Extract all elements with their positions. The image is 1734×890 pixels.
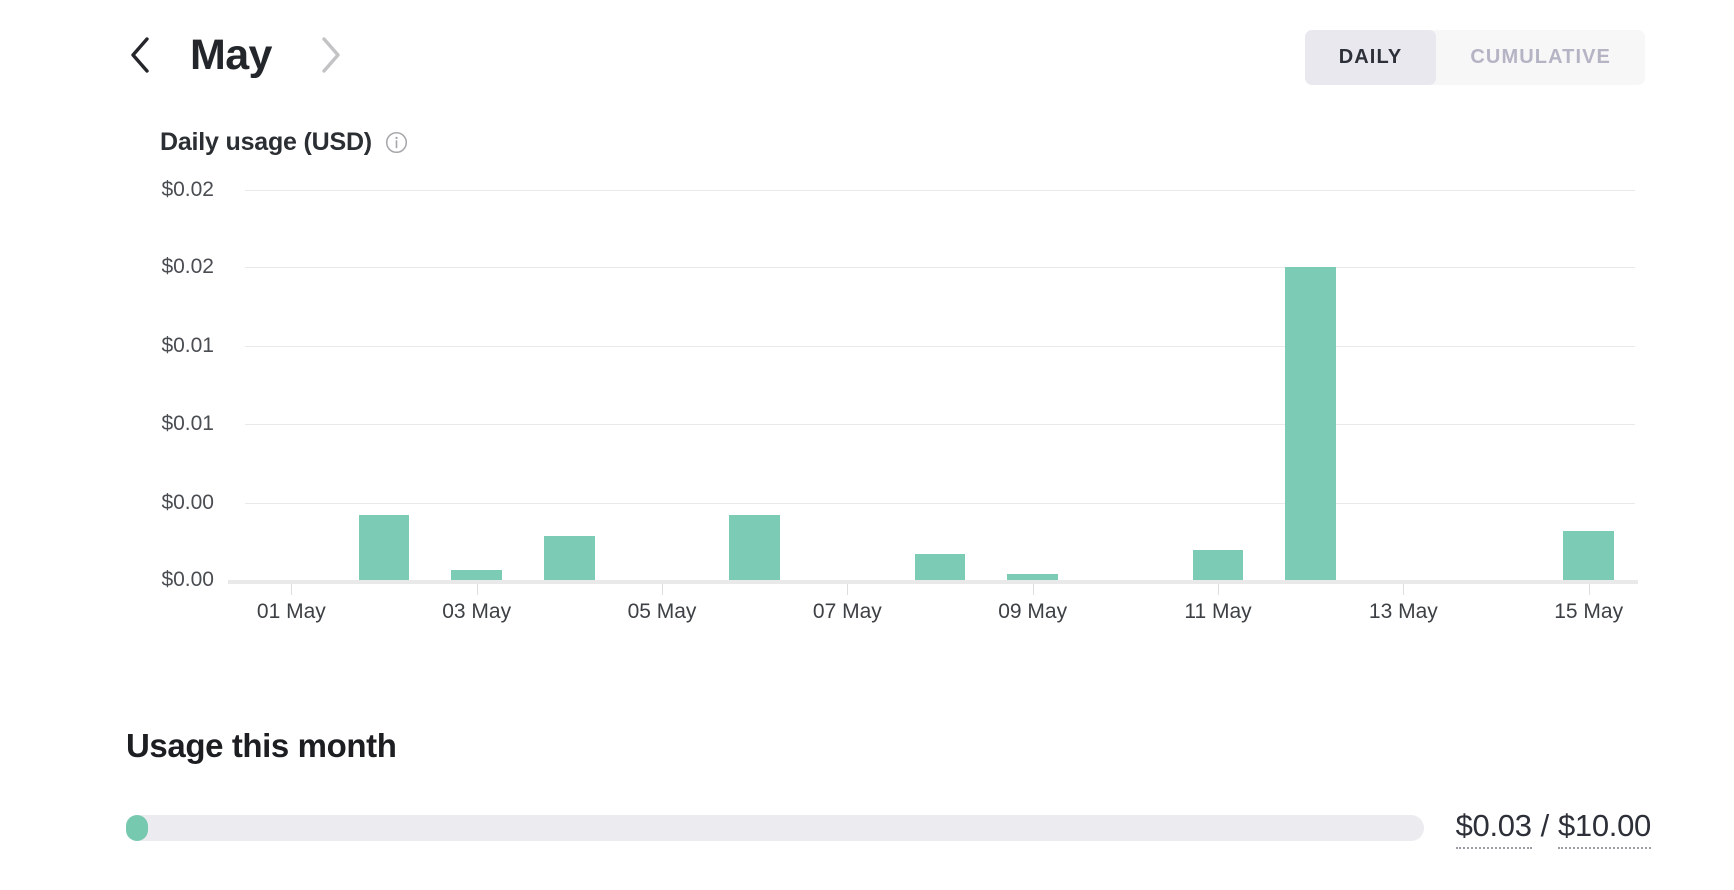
x-axis-tick-label: 05 May (627, 600, 697, 623)
x-axis-tick-label: 15 May (1554, 600, 1624, 623)
x-axis-tick-label: 09 May (998, 600, 1068, 623)
chart-gridline (245, 267, 1635, 269)
x-axis-tick (291, 584, 293, 595)
chart-bar[interactable] (1563, 530, 1615, 580)
usage-current-value[interactable]: $0.03 (1455, 808, 1532, 849)
chart-gridline (245, 502, 1635, 504)
y-axis-tick-label: $0.02 (161, 178, 214, 201)
chart-bar[interactable] (358, 514, 410, 580)
tab-cumulative[interactable]: CUMULATIVE (1436, 30, 1645, 85)
view-mode-toggle: DAILY CUMULATIVE (1304, 30, 1645, 85)
tab-daily[interactable]: DAILY (1304, 30, 1437, 85)
x-axis-tick (847, 584, 849, 595)
x-axis-tick (1032, 584, 1034, 595)
usage-progress-bar[interactable] (126, 815, 1424, 841)
chart-bar[interactable] (543, 536, 595, 580)
x-axis-tick-label: 01 May (256, 600, 326, 623)
x-axis-tick-label: 13 May (1368, 600, 1438, 623)
usage-separator: / (1540, 807, 1550, 843)
month-navigator: May (118, 18, 352, 92)
page-header: May DAILY CUMULATIVE (0, 0, 1734, 110)
usage-section-heading: Usage this month (126, 727, 397, 764)
chart-title-row: Daily usage (USD) (160, 128, 408, 157)
chart-bar[interactable] (729, 514, 781, 580)
y-axis-labels: $0.02 $0.02 $0.01 $0.01 $0.00 $0.00 (0, 178, 228, 591)
chart-gridline (245, 346, 1635, 348)
daily-usage-bar-chart: $0.02 $0.02 $0.01 $0.01 $0.00 $0.00 01 May 03 … (0, 178, 1734, 623)
info-circle-icon[interactable] (385, 131, 408, 154)
chart-bar[interactable] (914, 554, 966, 580)
chevron-right-icon[interactable] (308, 24, 352, 86)
usage-progress-fill (126, 815, 149, 841)
y-axis-tick-label: $0.01 (161, 334, 214, 358)
y-axis-tick-label: $0.01 (161, 411, 214, 435)
month-label: May (190, 30, 272, 79)
chart-bar[interactable] (1007, 574, 1059, 580)
x-axis-tick-label: 03 May (442, 600, 512, 623)
y-axis-tick-label: $0.02 (161, 255, 214, 279)
usage-limit-value[interactable]: $10.00 (1557, 808, 1651, 849)
chart-plot-area: 01 May 03 May 05 May 07 May 09 May 11 May 13 M… (228, 190, 1638, 623)
y-axis-tick-label: $0.00 (161, 568, 214, 591)
chart-bar[interactable] (1192, 550, 1244, 580)
chart-gridline (245, 190, 1635, 191)
x-axis-tick-label: 11 May (1184, 600, 1252, 623)
usage-dashboard: May DAILY CUMULATIVE Daily usage (USD) $… (0, 0, 1734, 890)
x-axis-tick (1403, 584, 1405, 595)
x-axis-tick (476, 584, 478, 595)
x-axis-baseline (228, 580, 1638, 584)
x-axis-tick-label: 07 May (812, 600, 882, 623)
usage-progress-row: $0.03 / $10.00 (126, 808, 1651, 849)
chevron-left-icon[interactable] (118, 24, 162, 86)
chart-title: Daily usage (USD) (160, 128, 372, 156)
x-axis-tick (662, 584, 663, 595)
usage-amount: $0.03 / $10.00 (1455, 807, 1651, 849)
y-axis-tick-label: $0.00 (161, 490, 214, 514)
x-axis-tick (1218, 584, 1219, 595)
x-axis-tick (1588, 584, 1590, 595)
chart-gridline (245, 423, 1635, 425)
chart-bar[interactable] (451, 570, 503, 580)
chart-bar[interactable] (1285, 267, 1337, 580)
